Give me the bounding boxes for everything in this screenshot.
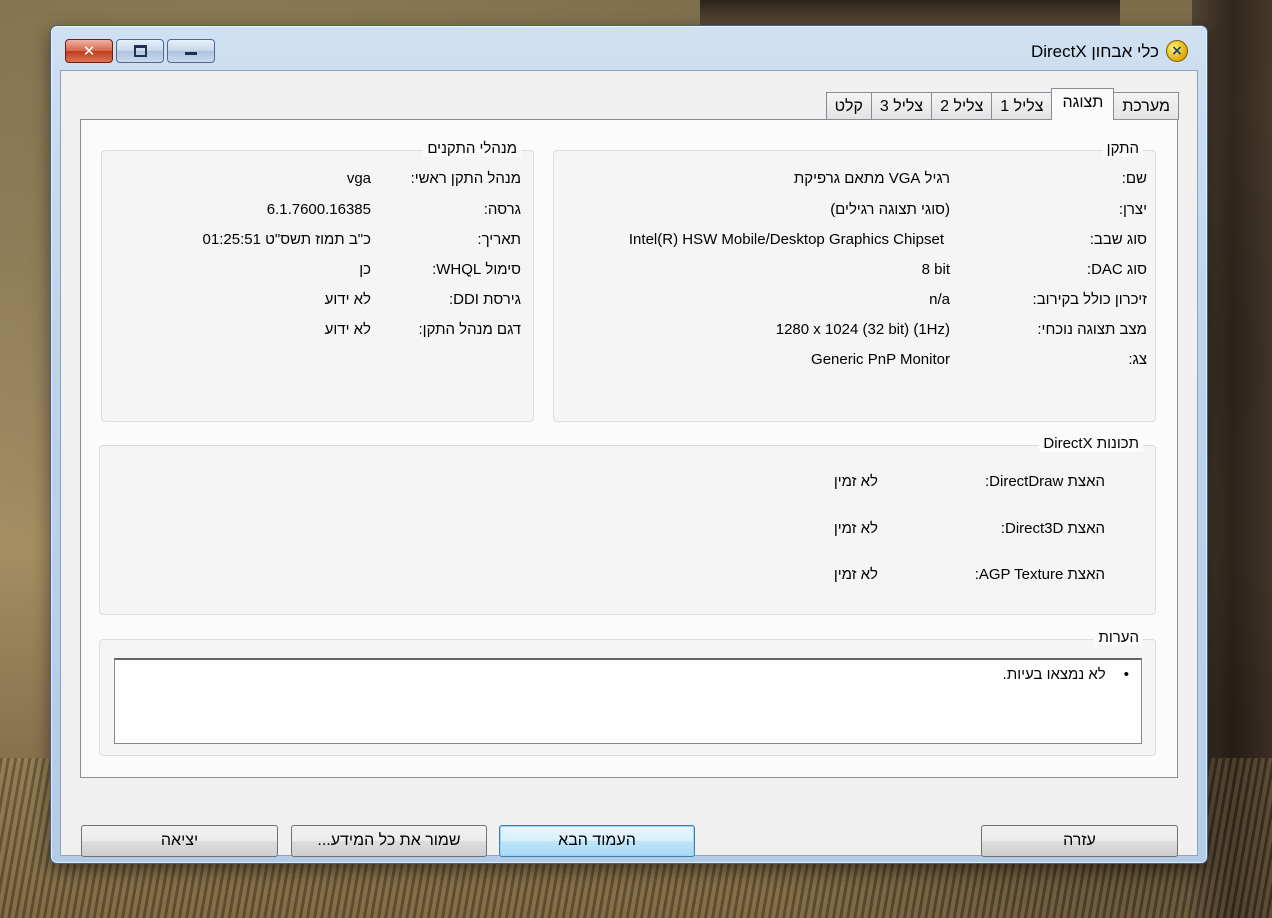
monitor-label: צג:	[1128, 351, 1147, 368]
date-label: תאריך:	[477, 231, 521, 248]
exit-button[interactable]: יציאה	[81, 825, 278, 857]
device-name-label: שם:	[1121, 170, 1147, 187]
direct3d-value: לא זמין	[833, 520, 878, 537]
minimize-icon	[185, 52, 197, 55]
window-title: כלי אבחון DirectX	[1030, 42, 1159, 61]
display-mode-value: 1280 x 1024 (32 bit) (1Hz)	[775, 321, 950, 338]
drivers-group-title: מנהלי התקנים	[423, 140, 521, 157]
driver-model-label: דגם מנהל התקן:	[418, 321, 522, 338]
drivers-group: מנהלי התקנים מנהל התקן ראשי: vga גרסה: 6…	[101, 140, 534, 422]
minimize-button[interactable]	[167, 39, 215, 63]
directx-app-icon: ×	[1166, 40, 1188, 62]
agp-texture-label: האצת AGP Texture:	[974, 566, 1105, 583]
tab-sound-2[interactable]: צליל 2	[931, 92, 993, 120]
tab-strip: מערכת תצוגה צליל 1 צליל 2 צליל 3 קלט	[825, 88, 1179, 120]
client-area: מערכת תצוגה צליל 1 צליל 2 צליל 3 קלט התק…	[60, 70, 1198, 857]
bullet-icon: •	[1123, 666, 1129, 683]
notes-list-item: • לא נמצאו בעיות.	[1003, 666, 1129, 683]
display-tab-panel: התקן שם: רגיל VGA מתאם גרפיקת יצרן: (סוג…	[80, 119, 1178, 778]
wallpaper	[700, 0, 1120, 25]
total-memory-label: זיכרון כולל בקירוב:	[1032, 291, 1147, 308]
maximize-button[interactable]	[116, 39, 164, 63]
manufacturer-value: (סוגי תצוגה רגילים)	[830, 201, 950, 218]
title-bar[interactable]: ✕ כלי אבחון DirectX ×	[51, 26, 1207, 70]
device-group: התקן שם: רגיל VGA מתאם גרפיקת יצרן: (סוג…	[553, 140, 1156, 422]
ddi-version-value: לא ידוע	[324, 291, 371, 308]
manufacturer-label: יצרן:	[1118, 201, 1147, 218]
tab-sound-3[interactable]: צליל 3	[870, 92, 933, 120]
caption-buttons: ✕	[65, 39, 218, 63]
help-button[interactable]: עזרה	[981, 825, 1178, 857]
chip-type-value: Intel(R) HSW Mobile/Desktop Graphics Chi…	[628, 231, 944, 248]
version-value: 6.1.7600.16385	[266, 201, 371, 218]
save-all-information-button[interactable]: שמור את כל המידע...	[291, 825, 487, 857]
main-driver-value: vga	[346, 170, 371, 187]
device-group-title: התקן	[1102, 140, 1143, 157]
display-mode-label: מצב תצוגה נוכחי:	[1037, 321, 1147, 338]
version-label: גרסה:	[483, 201, 521, 218]
tab-sound-1[interactable]: צליל 1	[991, 92, 1053, 120]
directx-diagnostic-window: ✕ כלי אבחון DirectX × מערכת תצוגה צליל 1…	[50, 25, 1208, 864]
tab-system[interactable]: מערכת	[1113, 92, 1179, 120]
total-memory-value: n/a	[929, 291, 950, 308]
device-name-value: רגיל VGA מתאם גרפיקת	[793, 170, 950, 187]
tab-input[interactable]: קלט	[825, 92, 872, 120]
close-button[interactable]: ✕	[65, 39, 113, 63]
monitor-value: Generic PnP Monitor	[811, 351, 950, 368]
maximize-icon	[133, 45, 147, 57]
directx-features-title: תכונות DirectX	[1039, 435, 1143, 452]
dac-type-label: סוג DAC:	[1086, 261, 1147, 278]
notes-group: הערות • לא נמצאו בעיות.	[99, 629, 1156, 756]
agp-texture-value: לא זמין	[833, 566, 878, 583]
date-value: כ"ב תמוז תשס"ט 01:25:51	[202, 231, 371, 248]
tab-display[interactable]: תצוגה	[1051, 88, 1115, 120]
close-icon: ✕	[82, 42, 96, 60]
directdraw-value: לא זמין	[833, 473, 878, 490]
notes-textbox[interactable]: • לא נמצאו בעיות.	[114, 658, 1142, 744]
directx-features-group: תכונות DirectX האצת DirectDraw: לא זמין …	[99, 435, 1156, 615]
dac-type-value: 8 bit	[921, 261, 950, 278]
notes-item-text: לא נמצאו בעיות.	[1002, 666, 1106, 683]
main-driver-label: מנהל התקן ראשי:	[410, 170, 521, 187]
whql-label: סימול WHQL:	[432, 261, 521, 278]
directdraw-label: האצת DirectDraw:	[985, 473, 1105, 490]
next-page-button[interactable]: העמוד הבא	[499, 825, 695, 857]
driver-model-value: לא ידוע	[324, 321, 371, 338]
whql-value: כן	[359, 261, 371, 278]
chip-type-label: סוג שבב:	[1089, 231, 1147, 248]
notes-group-title: הערות	[1094, 629, 1143, 646]
ddi-version-label: גירסת DDI:	[448, 291, 521, 308]
direct3d-label: האצת Direct3D:	[1000, 520, 1105, 537]
